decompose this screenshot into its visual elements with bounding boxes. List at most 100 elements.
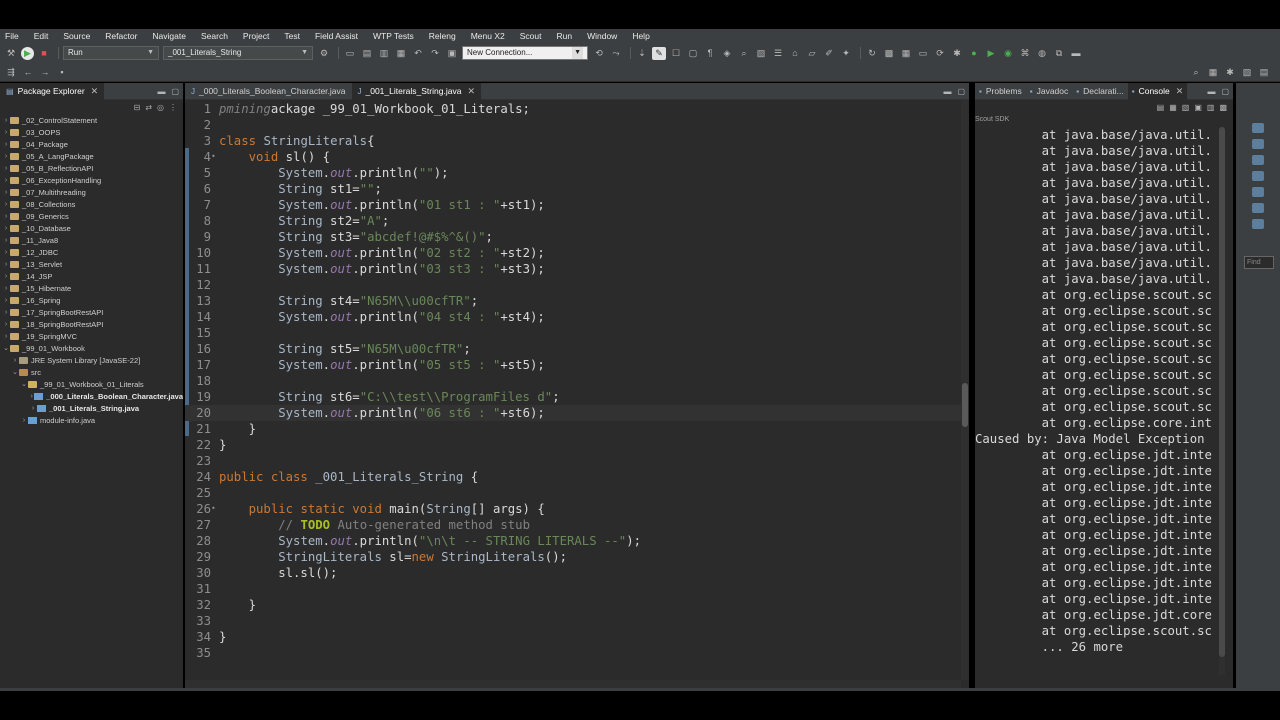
code-line[interactable]: 15 [185, 325, 961, 341]
back-icon[interactable]: ← [21, 66, 35, 79]
code-line[interactable]: 32 } [185, 597, 961, 613]
connection-select[interactable]: New Connection... ▼ [462, 46, 588, 60]
undo-icon[interactable]: ↶ [411, 47, 425, 60]
code-line[interactable]: 21 } [185, 421, 961, 437]
tree-item[interactable]: › _11_Java8 [2, 234, 183, 246]
tree-item[interactable]: › _19_SpringMVC [2, 330, 183, 342]
menu-refactor[interactable]: Refactor [105, 31, 137, 41]
search-view-icon[interactable] [1252, 219, 1264, 229]
console-tab-declarati[interactable]: ▪ Declarati... [1072, 83, 1127, 100]
external-tools-icon[interactable]: ⌘ [1018, 47, 1032, 60]
find-field[interactable]: Find [1244, 256, 1274, 269]
chevron-right-icon[interactable]: › [2, 165, 10, 172]
menu-project[interactable]: Project [243, 31, 269, 41]
code-line[interactable]: 14 System.out.println("04 st4 : "+st4); [185, 309, 961, 325]
menu-help[interactable]: Help [632, 31, 649, 41]
tree-item[interactable]: › _10_Database [2, 222, 183, 234]
redo-icon[interactable]: ↷ [428, 47, 442, 60]
servers-icon[interactable] [1252, 203, 1264, 213]
code-line[interactable]: 3 class StringLiterals{ [185, 133, 961, 149]
tree-item[interactable]: › JRE System Library [JavaSE-22] [2, 354, 183, 366]
chevron-right-icon[interactable]: › [2, 237, 10, 244]
display-console-icon[interactable]: ▥ [1207, 103, 1215, 112]
chevron-right-icon[interactable]: › [29, 405, 37, 412]
chevron-right-icon[interactable]: › [2, 273, 10, 280]
perspective-java-icon[interactable]: ▦ [1206, 66, 1220, 79]
code-line[interactable]: 16 String st5="N65M\u00cfTR"; [185, 341, 961, 357]
code-line[interactable]: 30 sl.sl(); [185, 565, 961, 581]
terminal-icon[interactable]: ▣ [445, 47, 459, 60]
code-line[interactable]: 31 [185, 581, 961, 597]
close-icon[interactable]: ✕ [467, 86, 475, 97]
menu-test[interactable]: Test [284, 31, 300, 41]
scroll-lock-icon[interactable]: ▧ [1182, 103, 1190, 112]
code-line[interactable]: 6 String st1=""; [185, 181, 961, 197]
tree-item[interactable]: › _15_Hibernate [2, 282, 183, 294]
brush-icon[interactable]: ✐ [822, 47, 836, 60]
tree-item[interactable]: › _05_A_LangPackage [2, 150, 183, 162]
view-menu-icon[interactable]: ⋮ [169, 103, 177, 112]
link-editor-icon[interactable]: ⇄ [145, 103, 152, 112]
bookmarks-icon[interactable] [1252, 171, 1264, 181]
tree-item[interactable]: › _17_SpringBootRestAPI [2, 306, 183, 318]
code-line[interactable]: 34} [185, 629, 961, 645]
tree-item[interactable]: ⌄ _99_01_Workbook_01_Literals [2, 378, 183, 390]
minimize-icon[interactable]: ▬ [157, 87, 165, 96]
code-line[interactable]: 18 [185, 373, 961, 389]
folder-icon[interactable]: ▱ [805, 47, 819, 60]
code-line[interactable]: 22} [185, 437, 961, 453]
tree-item[interactable]: › _13_Servlet [2, 258, 183, 270]
console-output[interactable]: at java.base/java.util. at java.base/jav… [975, 127, 1223, 677]
run-icon[interactable]: ▶ [21, 46, 34, 60]
search-icon[interactable]: ⌕ [1189, 66, 1203, 79]
editor-vertical-scrollbar[interactable] [961, 100, 969, 680]
code-line[interactable]: 25 [185, 485, 961, 501]
scrollbar-thumb[interactable] [962, 383, 968, 427]
folder-open-icon[interactable]: ⌂ [788, 47, 802, 60]
hierarchy-icon[interactable] [1252, 155, 1264, 165]
menu-file[interactable]: File [5, 31, 19, 41]
console-tab-problems[interactable]: ▪ Problems [975, 83, 1026, 100]
hammer-icon[interactable]: ⚒ [4, 47, 18, 60]
close-icon[interactable]: ✕ [91, 86, 99, 97]
tree-item[interactable]: › _03_OOPS [2, 126, 183, 138]
menu-window[interactable]: Window [587, 31, 617, 41]
chevron-right-icon[interactable]: › [2, 117, 10, 124]
code-line[interactable]: 1 pminingackage _99_01_Workbook_01_Litera… [185, 101, 961, 117]
copy-icon[interactable]: ▤ [1157, 103, 1165, 112]
next-annotation-icon[interactable]: ⇣ [635, 47, 649, 60]
code-line[interactable]: 17 System.out.println("05 st5 : "+st5); [185, 357, 961, 373]
layout-icon[interactable]: ▩ [882, 47, 896, 60]
menu-menu-x2[interactable]: Menu X2 [471, 31, 505, 41]
code-line[interactable]: 10 System.out.println("02 st2 : "+st2); [185, 245, 961, 261]
grid-icon[interactable]: ▦ [899, 47, 913, 60]
tree-item[interactable]: › _14_JSP [2, 270, 183, 282]
outline-icon[interactable] [1252, 123, 1264, 133]
scrollbar-thumb[interactable] [1219, 127, 1225, 657]
plugin-icon[interactable]: ⧉ [1052, 47, 1066, 60]
tree-item[interactable]: › _07_Multithreading [2, 186, 183, 198]
code-line[interactable]: 2 [185, 117, 961, 133]
close-icon[interactable]: ✕ [1176, 86, 1184, 97]
pin-icon[interactable]: ✦ [839, 47, 853, 60]
editor-horizontal-scrollbar[interactable] [185, 680, 961, 688]
tree-item[interactable]: › module-info.java [2, 414, 183, 426]
minimize-icon[interactable]: ▬ [1207, 87, 1215, 96]
tree-item[interactable]: › _02_ControlStatement [2, 114, 183, 126]
chevron-right-icon[interactable]: › [2, 249, 10, 256]
search-icon[interactable]: ⌕ [737, 47, 751, 60]
gear-icon[interactable]: ⚙ [317, 47, 331, 60]
disconnect-icon[interactable]: ⤳ [609, 47, 623, 60]
tree-item[interactable]: ⌄ src [2, 366, 183, 378]
code-line[interactable]: 35 [185, 645, 961, 661]
maximize-icon[interactable]: ▢ [1221, 87, 1229, 96]
chevron-right-icon[interactable]: › [2, 153, 10, 160]
tree-item[interactable]: › _04_Package [2, 138, 183, 150]
tree-item[interactable]: ⌄ _99_01_Workbook [2, 342, 183, 354]
menu-search[interactable]: Search [201, 31, 228, 41]
clear-console-icon[interactable]: ▦ [1169, 103, 1177, 112]
tree-item[interactable]: › _000_Literals_Boolean_Character.java [2, 390, 183, 402]
chevron-down-icon[interactable]: ⌄ [11, 368, 19, 376]
chevron-right-icon[interactable]: › [2, 225, 10, 232]
chevron-right-icon[interactable]: › [11, 357, 19, 364]
